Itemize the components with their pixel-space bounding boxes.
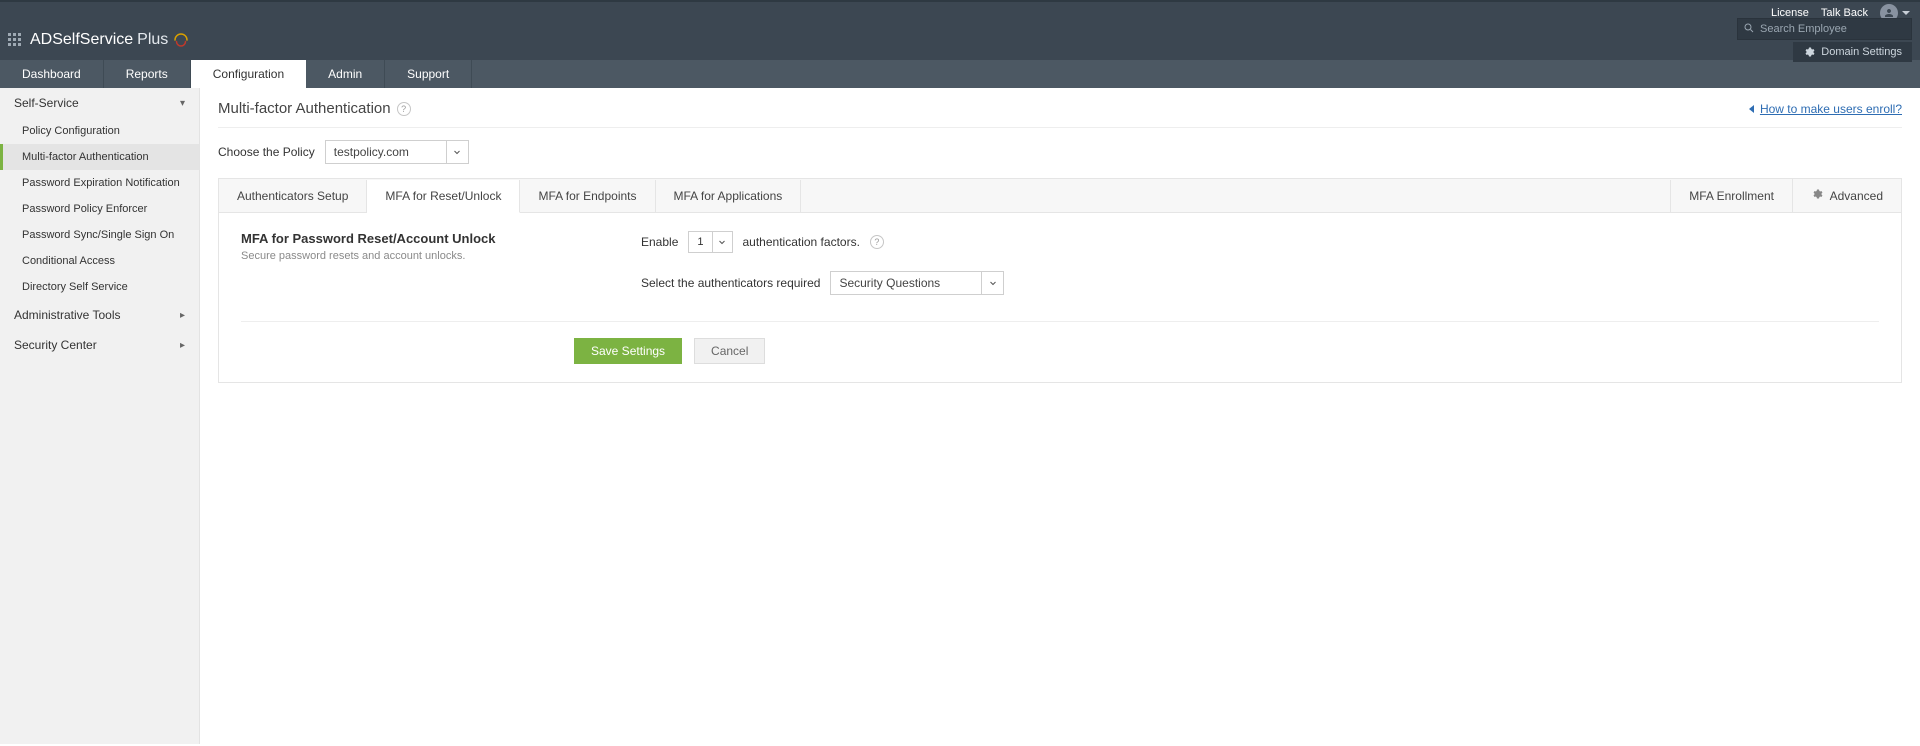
inner-tab-applications[interactable]: MFA for Applications <box>656 180 802 212</box>
chevron-right-icon: ▸ <box>180 340 185 351</box>
enable-suffix: authentication factors. <box>743 235 860 249</box>
sidebar-section-self-service[interactable]: Self-Service ▾ <box>0 88 199 118</box>
how-to-enroll-link[interactable]: How to make users enroll? <box>1749 102 1902 116</box>
chevron-down-icon <box>981 272 1003 294</box>
tab-admin[interactable]: Admin <box>306 60 385 88</box>
content-area: Multi-factor Authentication ? How to mak… <box>200 88 1920 744</box>
brand-logo: ADSelfService Plus <box>30 31 190 49</box>
inner-tabbar: Authenticators Setup MFA for Reset/Unloc… <box>218 178 1902 213</box>
select-auth-label: Select the authenticators required <box>641 276 820 290</box>
inner-tab-enrollment[interactable]: MFA Enrollment <box>1670 180 1792 212</box>
sidebar-item-directory-self-service[interactable]: Directory Self Service <box>0 274 199 300</box>
gear-icon <box>1811 188 1823 200</box>
panel-mfa-reset: MFA for Password Reset/Account Unlock Se… <box>218 213 1902 383</box>
save-button[interactable]: Save Settings <box>574 338 682 364</box>
sidebar-section-security-center[interactable]: Security Center ▸ <box>0 330 199 360</box>
enable-label: Enable <box>641 235 678 249</box>
sidebar-item-policy-configuration[interactable]: Policy Configuration <box>0 118 199 144</box>
sidebar-item-mfa[interactable]: Multi-factor Authentication <box>0 144 199 170</box>
brandbar: ADSelfService Plus Domain Settings <box>0 24 1920 60</box>
policy-select[interactable]: testpolicy.com <box>325 140 469 164</box>
tab-support[interactable]: Support <box>385 60 472 88</box>
brand-swirl-icon <box>172 31 190 49</box>
panel-subtext: Secure password resets and account unloc… <box>241 250 541 262</box>
main-tabbar: Dashboard Reports Configuration Admin Su… <box>0 60 1920 88</box>
sidebar-item-conditional-access[interactable]: Conditional Access <box>0 248 199 274</box>
triangle-left-icon <box>1749 105 1754 113</box>
chevron-down-icon: ▾ <box>180 98 185 109</box>
chevron-down-icon <box>712 232 732 252</box>
sidebar-item-password-policy[interactable]: Password Policy Enforcer <box>0 196 199 222</box>
sidebar-item-password-sync[interactable]: Password Sync/Single Sign On <box>0 222 199 248</box>
inner-tab-endpoints[interactable]: MFA for Endpoints <box>520 180 655 212</box>
chevron-down-icon <box>446 141 468 163</box>
apps-grid-icon[interactable] <box>8 33 22 47</box>
topbar: License Talk Back <box>0 0 1920 24</box>
help-icon[interactable]: ? <box>397 102 411 116</box>
authenticator-select[interactable]: Security Questions <box>830 271 1004 295</box>
inner-tab-advanced[interactable]: Advanced <box>1792 179 1901 212</box>
search-icon <box>1743 22 1755 34</box>
help-icon[interactable]: ? <box>870 235 884 249</box>
chevron-down-icon <box>1902 11 1910 15</box>
gear-icon <box>1803 46 1815 58</box>
choose-policy-label: Choose the Policy <box>218 145 315 159</box>
page-title: Multi-factor Authentication ? <box>218 100 411 117</box>
inner-tab-auth-setup[interactable]: Authenticators Setup <box>219 180 367 212</box>
chevron-right-icon: ▸ <box>180 310 185 321</box>
domain-settings-link[interactable]: Domain Settings <box>1793 42 1912 62</box>
search-employee[interactable] <box>1737 18 1912 40</box>
tab-configuration[interactable]: Configuration <box>191 60 306 88</box>
sidebar: Self-Service ▾ Policy Configuration Mult… <box>0 88 200 744</box>
cancel-button[interactable]: Cancel <box>694 338 765 364</box>
tab-dashboard[interactable]: Dashboard <box>0 60 104 88</box>
tab-reports[interactable]: Reports <box>104 60 191 88</box>
sidebar-section-admin-tools[interactable]: Administrative Tools ▸ <box>0 300 199 330</box>
inner-tab-reset-unlock[interactable]: MFA for Reset/Unlock <box>367 180 520 213</box>
panel-heading: MFA for Password Reset/Account Unlock <box>241 231 541 246</box>
search-input[interactable] <box>1737 18 1912 40</box>
sidebar-item-password-expiration[interactable]: Password Expiration Notification <box>0 170 199 196</box>
enable-count-select[interactable]: 1 <box>688 231 732 253</box>
